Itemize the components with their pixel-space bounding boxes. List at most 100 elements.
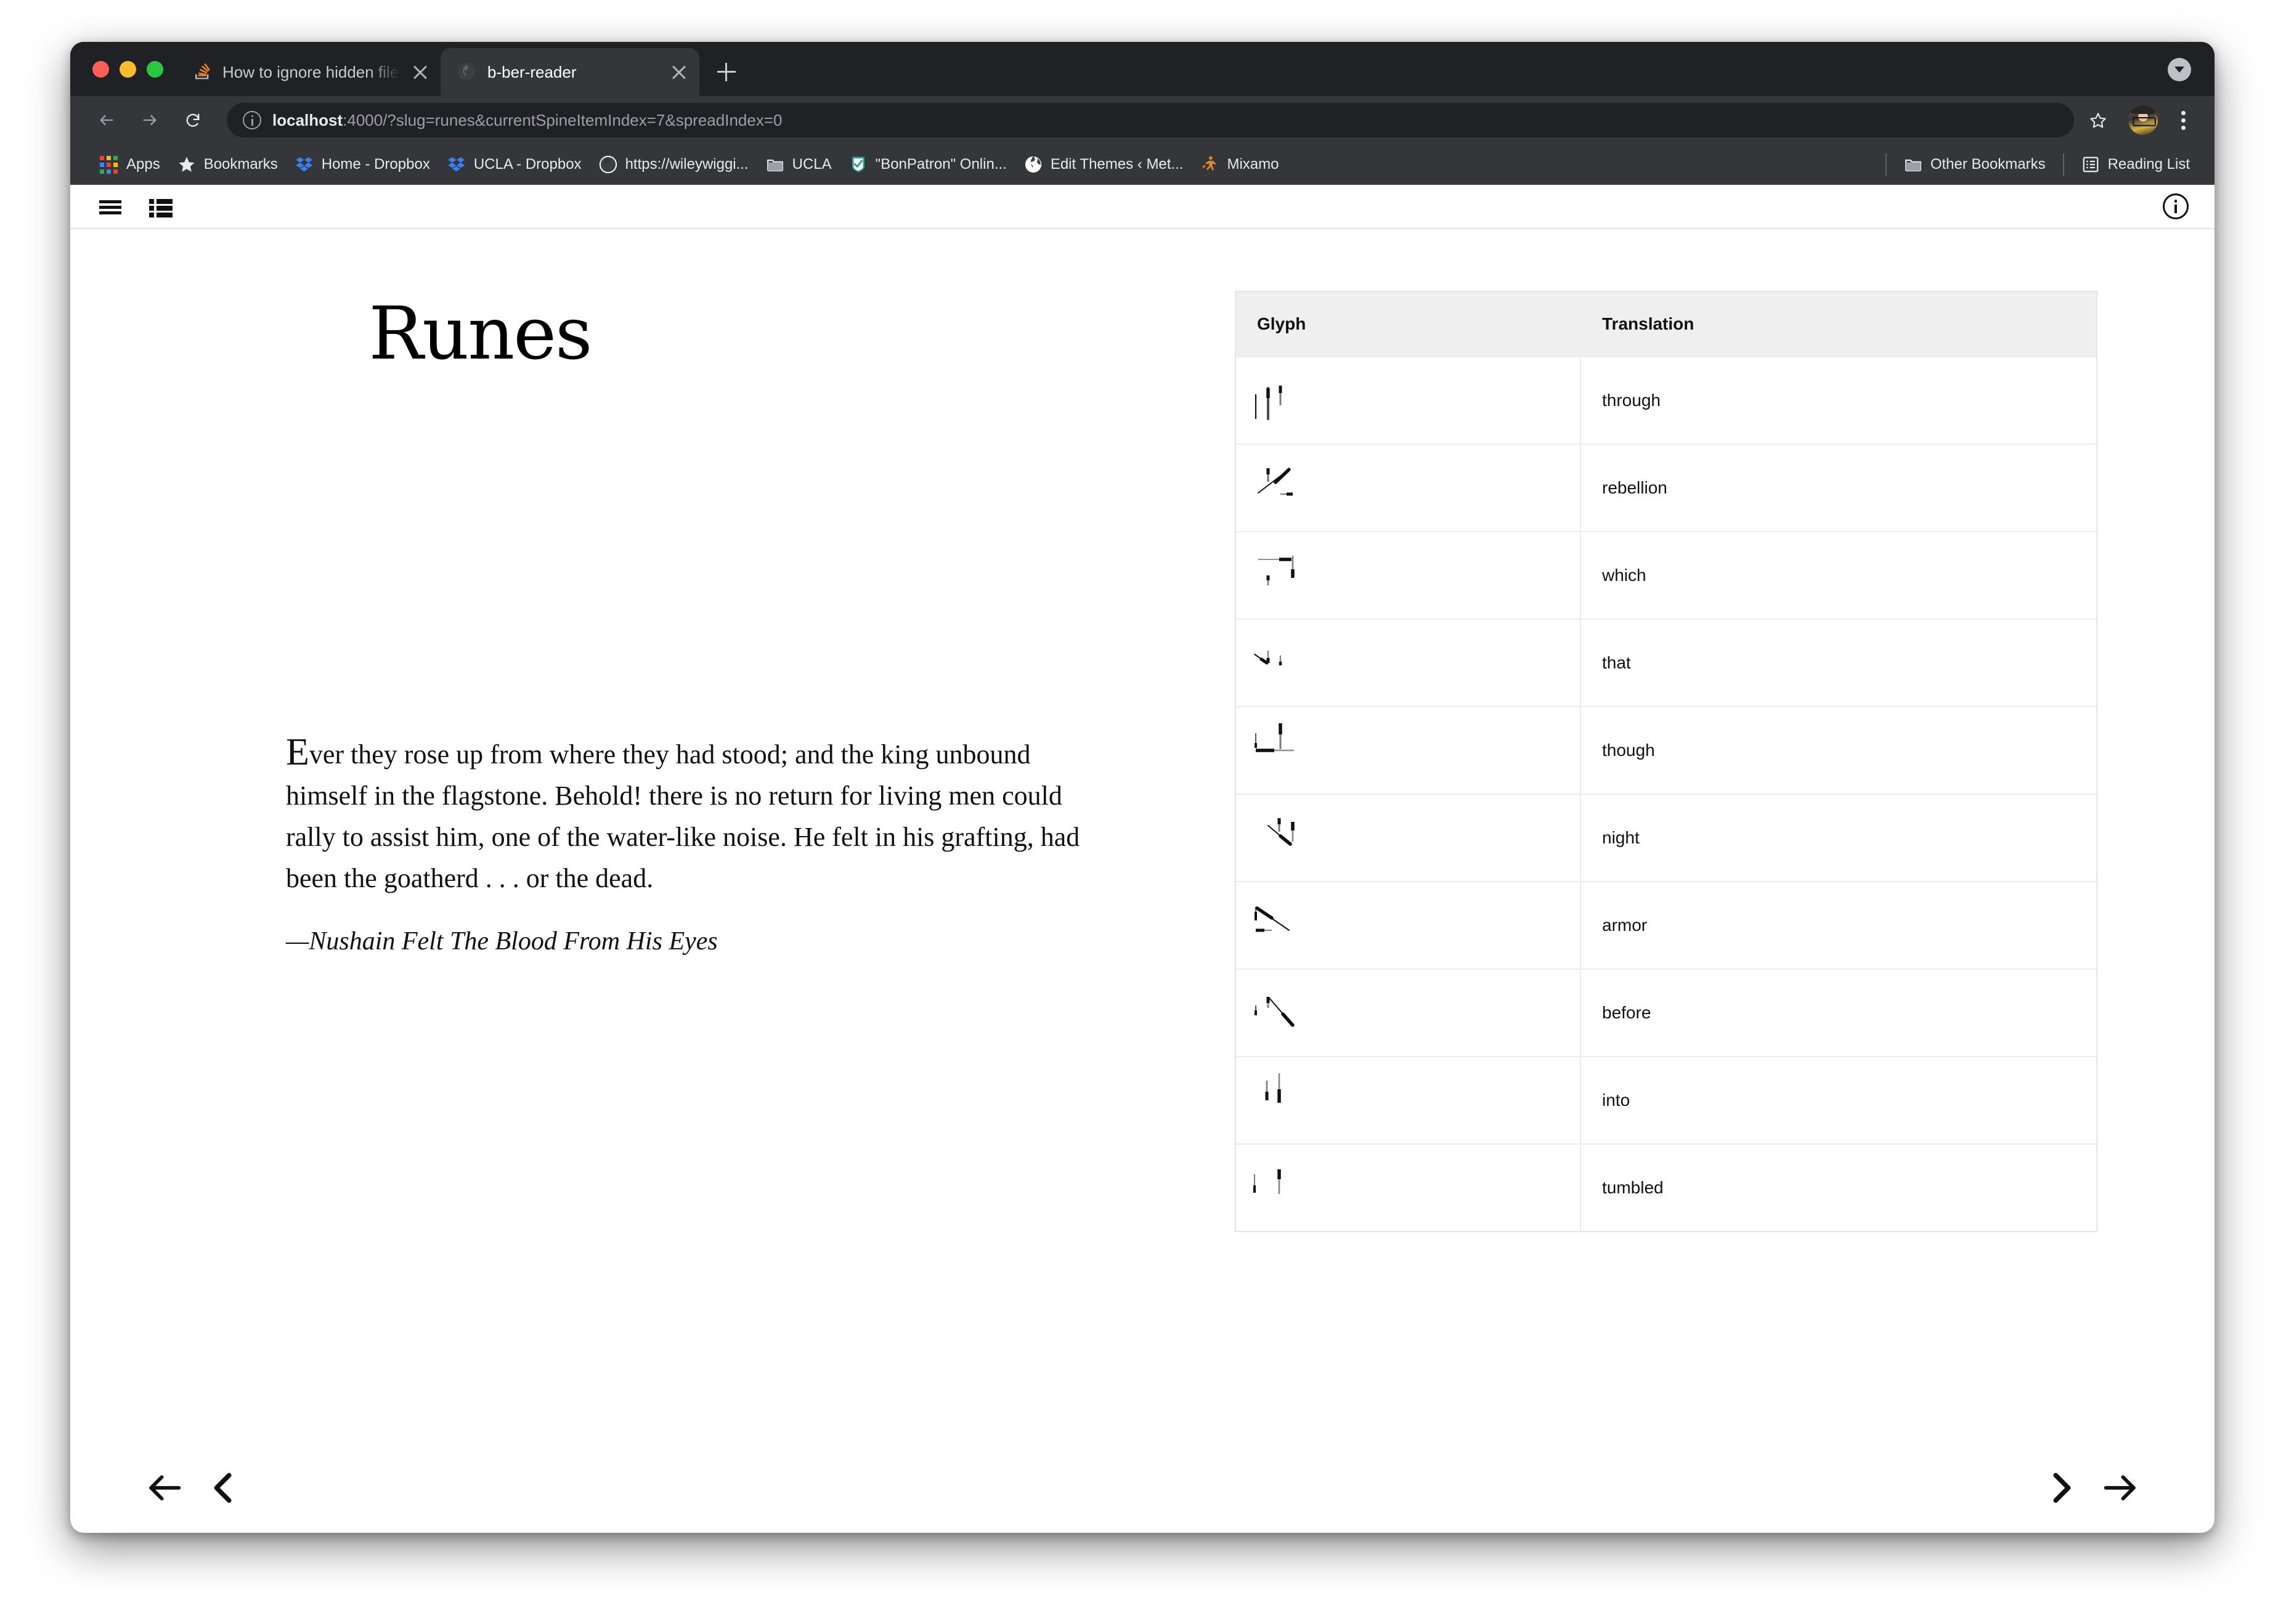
bookmark-bookmarks-folder[interactable]: Bookmarks bbox=[169, 152, 287, 177]
column-header-label: Translation bbox=[1602, 314, 1694, 333]
translation-cell: which bbox=[1602, 566, 1646, 585]
reader-left-page: Runes Ever they rose up from where they … bbox=[274, 295, 1118, 955]
next-page-button[interactable] bbox=[2040, 1466, 2083, 1509]
window-minimize-button[interactable] bbox=[120, 60, 136, 78]
bookmark-edit-themes[interactable]: Edit Themes ‹ Met... bbox=[1015, 152, 1192, 177]
reload-button[interactable] bbox=[174, 101, 212, 139]
browser-tab-2[interactable]: b-ber-reader bbox=[441, 48, 699, 96]
browser-window: How to ignore hidden files in p b-ber-re… bbox=[70, 42, 2215, 1533]
glyph-that bbox=[1254, 651, 1282, 665]
folder-icon bbox=[1904, 155, 1922, 174]
translation-cell: into bbox=[1602, 1090, 1630, 1110]
bookmark-wileywiggins[interactable]: https://wileywiggi... bbox=[590, 152, 757, 177]
bookmark-label: https://wileywiggi... bbox=[625, 156, 749, 173]
bookmark-reading-list[interactable]: Reading List bbox=[2073, 152, 2199, 177]
bookmark-label: Other Bookmarks bbox=[1930, 156, 2046, 173]
translation-cell: rebellion bbox=[1602, 478, 1667, 497]
info-icon[interactable] bbox=[2163, 193, 2189, 219]
translation-cell: before bbox=[1602, 1003, 1651, 1022]
glyph-cell bbox=[1236, 532, 1581, 619]
glyph-before bbox=[1255, 997, 1295, 1027]
dropbox-icon bbox=[295, 155, 314, 174]
bookmark-label: Edit Themes ‹ Met... bbox=[1050, 156, 1184, 173]
table-header-row: Glyph Translation bbox=[1236, 292, 2096, 356]
body-paragraph-text: ver they rose up from where they had sto… bbox=[286, 739, 1080, 893]
window-traffic-lights bbox=[70, 42, 176, 96]
apps-grid-icon bbox=[100, 155, 118, 174]
table-row: though bbox=[1236, 706, 2096, 794]
translation-cell: though bbox=[1602, 741, 1655, 760]
bookmark-other-bookmarks[interactable]: Other Bookmarks bbox=[1895, 152, 2054, 177]
glyph-into bbox=[1265, 1073, 1281, 1103]
translation-cell: through bbox=[1602, 391, 1661, 410]
bookmark-apps[interactable]: Apps bbox=[91, 152, 169, 177]
bookmark-label: Home - Dropbox bbox=[321, 156, 430, 173]
table-of-contents-icon[interactable] bbox=[148, 193, 174, 219]
glyph-tumbled bbox=[1253, 1169, 1281, 1194]
address-bar-path: :4000/?slug=runes&currentSpineItemIndex=… bbox=[343, 110, 783, 129]
glyph-cell bbox=[1236, 970, 1581, 1056]
back-button[interactable] bbox=[87, 101, 126, 139]
address-bar-url: localhost:4000/?slug=runes&currentSpineI… bbox=[272, 111, 782, 130]
site-info-icon[interactable] bbox=[243, 111, 261, 129]
window-maximize-button[interactable] bbox=[147, 60, 163, 78]
glyph-cell bbox=[1236, 620, 1581, 706]
bookmark-label: Reading List bbox=[2107, 156, 2190, 173]
previous-page-button[interactable] bbox=[202, 1466, 245, 1509]
bookmark-ucla-folder[interactable]: UCLA bbox=[757, 152, 840, 177]
bookmarks-bar: Apps Bookmarks Home - Dropbox UCLA - Dro… bbox=[70, 144, 2215, 185]
reader-body: Ever they rose up from where they had st… bbox=[286, 733, 1093, 956]
bookmark-label: "BonPatron" Onlin... bbox=[875, 156, 1007, 173]
menu-icon[interactable] bbox=[97, 193, 123, 219]
folder-icon bbox=[766, 155, 784, 174]
divider bbox=[2062, 153, 2064, 176]
glyph-though bbox=[1255, 723, 1294, 752]
reader-footer bbox=[70, 1440, 2215, 1533]
browser-menu-icon[interactable] bbox=[2169, 101, 2197, 139]
bookmark-ucla-dropbox[interactable]: UCLA - Dropbox bbox=[439, 152, 590, 177]
translation-cell: night bbox=[1602, 828, 1640, 847]
window-close-button[interactable] bbox=[92, 60, 109, 78]
glyph-through bbox=[1255, 386, 1282, 420]
table-header-glyph: Glyph bbox=[1236, 314, 1581, 334]
bookmark-star-icon[interactable] bbox=[2079, 101, 2117, 139]
bookmark-label: Bookmarks bbox=[203, 156, 278, 173]
tab-close-icon[interactable] bbox=[410, 62, 431, 83]
reader-spread: Runes Ever they rose up from where they … bbox=[70, 229, 2215, 1533]
tab-title: b-ber-reader bbox=[487, 62, 577, 81]
table-row: before bbox=[1236, 968, 2096, 1056]
translation-cell: tumbled bbox=[1602, 1178, 1664, 1197]
stackoverflow-icon bbox=[192, 62, 213, 83]
page-viewport: Runes Ever they rose up from where they … bbox=[70, 185, 2215, 1533]
reader-header bbox=[70, 185, 2215, 229]
bookmark-home-dropbox[interactable]: Home - Dropbox bbox=[287, 152, 439, 177]
globe-icon bbox=[599, 155, 617, 174]
globe-icon bbox=[457, 62, 478, 83]
address-bar[interactable]: localhost:4000/?slug=runes&currentSpineI… bbox=[227, 103, 2074, 137]
bookmark-bonpatron[interactable]: "BonPatron" Onlin... bbox=[840, 152, 1015, 177]
browser-tab-1[interactable]: How to ignore hidden files in p bbox=[176, 48, 441, 96]
reading-list-icon bbox=[2081, 155, 2100, 174]
avatar[interactable] bbox=[2128, 105, 2158, 135]
translation-cell: that bbox=[1602, 653, 1631, 672]
glyph-cell bbox=[1236, 1145, 1581, 1231]
table-row: through bbox=[1236, 356, 2096, 444]
glyph-armor bbox=[1255, 906, 1290, 932]
tab-close-icon[interactable] bbox=[669, 62, 689, 83]
chevron-down-icon[interactable] bbox=[2168, 58, 2191, 81]
table-row: night bbox=[1236, 794, 2096, 881]
glyph-cell bbox=[1236, 445, 1581, 531]
globe-icon bbox=[1024, 155, 1043, 174]
bookmark-mixamo[interactable]: Mixamo bbox=[1192, 152, 1287, 177]
glyph-cell bbox=[1236, 882, 1581, 968]
last-page-button[interactable] bbox=[2099, 1466, 2142, 1509]
table-header-translation: Translation bbox=[1581, 314, 2096, 334]
bookmark-label: Mixamo bbox=[1227, 156, 1279, 173]
reader-footer-right bbox=[2040, 1466, 2142, 1509]
forward-button[interactable] bbox=[131, 101, 169, 139]
glyph-night bbox=[1267, 818, 1295, 846]
bookmark-label: Apps bbox=[126, 156, 160, 173]
table-row: into bbox=[1236, 1056, 2096, 1143]
new-tab-button[interactable] bbox=[708, 54, 745, 91]
first-page-button[interactable] bbox=[143, 1466, 186, 1509]
